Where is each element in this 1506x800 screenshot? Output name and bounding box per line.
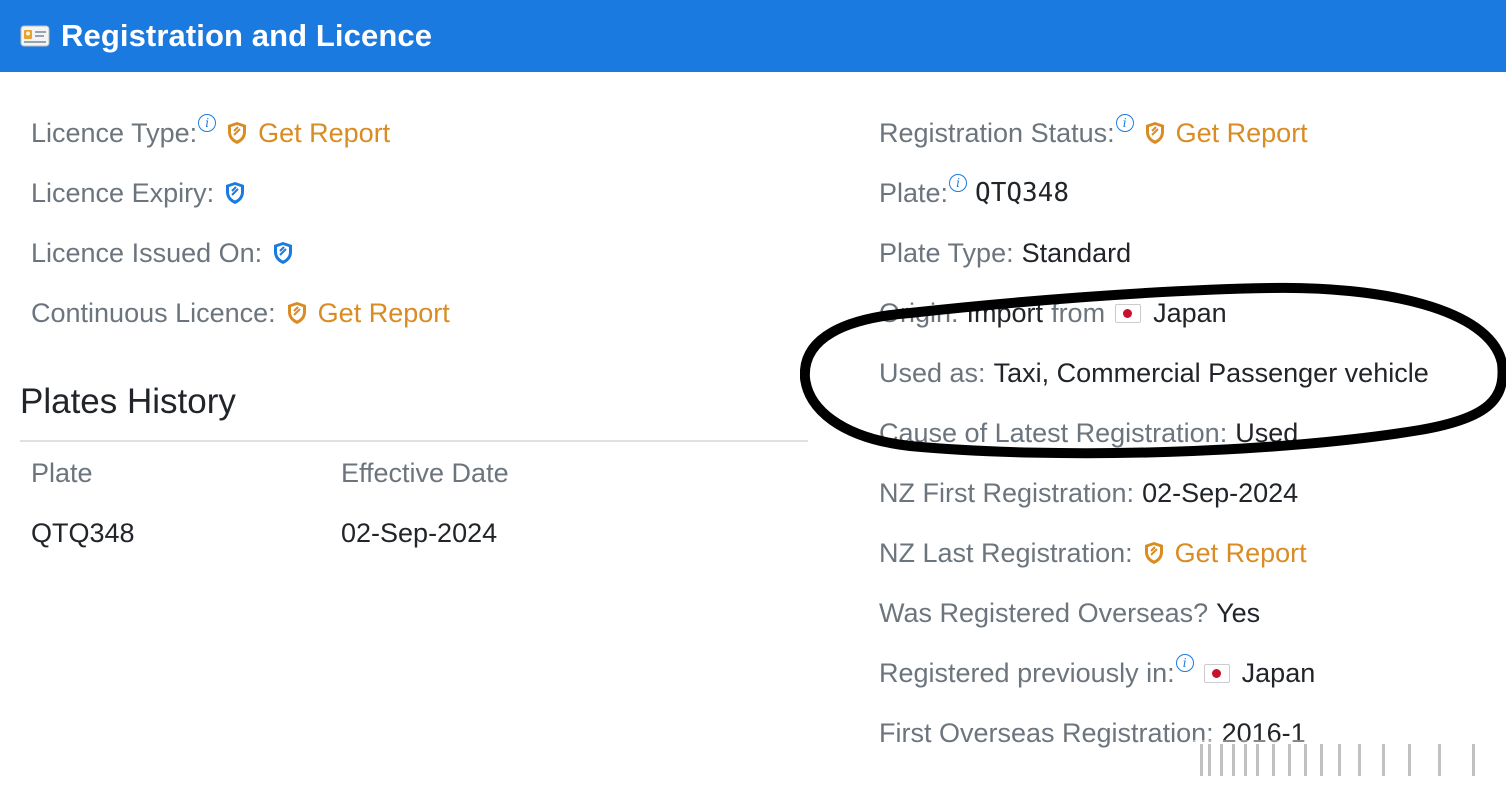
continuous-licence-get-report-link[interactable]: Get Report: [318, 297, 450, 329]
plate-type-value: Standard: [1021, 238, 1132, 268]
registered-previously-country: Japan: [1241, 658, 1316, 688]
plate-type-label: Plate Type:: [879, 238, 1014, 268]
licence-type-label: Licence Type:: [31, 118, 198, 148]
column-header-effective-date: Effective Date: [341, 458, 509, 488]
plate-label: Plate:: [879, 178, 949, 208]
nz-first-registration-row: NZ First Registration: 02-Sep-2024: [879, 477, 1298, 509]
info-icon[interactable]: i: [949, 174, 968, 192]
divider: [20, 440, 808, 442]
shield-icon: [287, 302, 306, 324]
shield-icon: [1145, 122, 1164, 144]
registered-overseas-label: Was Registered Overseas?: [879, 598, 1209, 628]
nz-first-registration-label: NZ First Registration:: [879, 478, 1135, 508]
licence-issued-row: Licence Issued On:: [31, 237, 304, 269]
shield-icon: [1144, 542, 1163, 564]
nz-last-registration-get-report-link[interactable]: Get Report: [1175, 537, 1307, 569]
nz-first-registration-value: 02-Sep-2024: [1142, 478, 1299, 508]
registration-status-get-report-link[interactable]: Get Report: [1176, 117, 1308, 149]
column-header-plate: Plate: [31, 458, 93, 488]
section-title: Registration and Licence: [61, 18, 433, 53]
fade-overlay: [1192, 740, 1492, 784]
japan-flag-icon: [1203, 663, 1230, 683]
annotation-circle-marker: [800, 282, 1506, 459]
registered-previously-label: Registered previously in:: [879, 658, 1175, 688]
info-icon[interactable]: i: [198, 114, 217, 132]
continuous-licence-label: Continuous Licence:: [31, 298, 276, 328]
id-card-icon: [20, 25, 50, 47]
registered-overseas-row: Was Registered Overseas? Yes: [879, 597, 1260, 629]
registered-overseas-value: Yes: [1216, 598, 1261, 628]
nz-last-registration-label: NZ Last Registration:: [879, 538, 1133, 568]
section-header: Registration and Licence: [0, 0, 1506, 72]
cell-plate: QTQ348: [31, 518, 135, 548]
licence-type-row: Licence Type: i Get Report: [31, 114, 390, 149]
licence-issued-label: Licence Issued On:: [31, 238, 263, 268]
shield-icon: [274, 242, 293, 264]
info-icon[interactable]: i: [1115, 114, 1134, 132]
registration-status-row: Registration Status: i Get Report: [879, 114, 1308, 149]
cell-effective-date: 02-Sep-2024: [341, 518, 498, 548]
licence-expiry-row: Licence Expiry:: [31, 177, 256, 209]
licence-type-get-report-link[interactable]: Get Report: [258, 117, 390, 149]
plates-history-title: Plates History: [20, 382, 236, 421]
shield-icon: [226, 182, 245, 204]
registration-status-label: Registration Status:: [879, 118, 1115, 148]
continuous-licence-row: Continuous Licence: Get Report: [31, 297, 450, 329]
plate-type-row: Plate Type: Standard: [879, 237, 1131, 269]
licence-expiry-label: Licence Expiry:: [31, 178, 215, 208]
shield-icon: [228, 122, 247, 144]
plate-row: Plate: i QTQ348: [879, 174, 1069, 209]
nz-last-registration-row: NZ Last Registration: Get Report: [879, 537, 1307, 569]
info-icon[interactable]: i: [1175, 654, 1194, 672]
plate-value: QTQ348: [975, 178, 1069, 208]
registered-previously-row: Registered previously in: i Japan: [879, 654, 1316, 689]
first-overseas-registration-label: First Overseas Registration:: [879, 718, 1214, 748]
